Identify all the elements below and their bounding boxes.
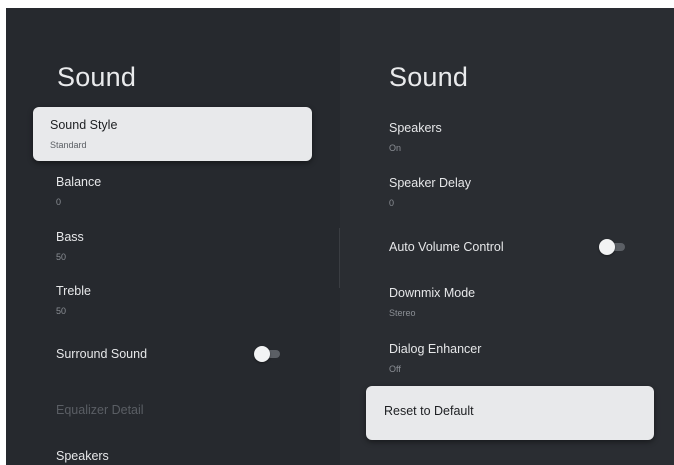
menu-item-speakers[interactable]: Speakers On	[389, 121, 649, 161]
menu-item-value: Standard	[50, 140, 87, 150]
menu-item-value: 0	[389, 198, 395, 208]
menu-item-speaker-delay[interactable]: Speaker Delay 0	[389, 176, 649, 216]
menu-item-label: Reset to Default	[384, 404, 474, 418]
menu-item-value: 0	[56, 197, 62, 207]
menu-item-label: Speaker Delay	[389, 176, 471, 190]
menu-item-label: Speakers	[56, 449, 109, 463]
menu-item-sound-style[interactable]: Sound Style Standard	[33, 107, 312, 161]
sound-settings-panel-left: Sound Sound Style Standard Balance 0 Bas…	[6, 8, 340, 465]
menu-item-label: Auto Volume Control	[389, 240, 504, 254]
menu-item-dialog-enhancer[interactable]: Dialog Enhancer Off	[389, 342, 649, 382]
menu-item-label: Speakers	[389, 121, 442, 135]
menu-item-value: On	[389, 143, 402, 153]
menu-item-speakers[interactable]: Speakers	[56, 449, 316, 465]
menu-item-value: 50	[56, 306, 67, 316]
tv-settings-screen: Sound Sound Style Standard Balance 0 Bas…	[6, 8, 674, 465]
menu-item-equalizer-detail: Equalizer Detail	[56, 403, 316, 425]
menu-item-label: Downmix Mode	[389, 286, 476, 300]
menu-item-balance[interactable]: Balance 0	[56, 175, 316, 215]
panel-title: Sound	[389, 62, 469, 92]
reset-to-default-button[interactable]: Reset to Default	[366, 386, 654, 440]
sound-settings-panel-right: Sound Speakers On Speaker Delay 0 Auto V…	[340, 8, 674, 465]
auto-volume-control-toggle[interactable]	[599, 239, 625, 255]
menu-item-label: Dialog Enhancer	[389, 342, 482, 356]
toggle-knob	[254, 346, 270, 362]
menu-item-label: Bass	[56, 230, 84, 244]
panel-title: Sound	[57, 62, 137, 92]
menu-item-auto-volume-control[interactable]: Auto Volume Control	[389, 240, 589, 262]
menu-item-label: Balance	[56, 175, 102, 189]
menu-item-label: Treble	[56, 284, 91, 298]
menu-item-downmix-mode[interactable]: Downmix Mode Stereo	[389, 286, 649, 326]
surround-sound-toggle[interactable]	[254, 346, 280, 362]
menu-item-label: Sound Style	[50, 118, 118, 132]
menu-item-bass[interactable]: Bass 50	[56, 230, 316, 270]
menu-item-label: Equalizer Detail	[56, 403, 144, 417]
toggle-knob	[599, 239, 615, 255]
menu-item-value: Stereo	[389, 308, 416, 318]
menu-item-value: 50	[56, 252, 67, 262]
menu-item-value: Off	[389, 364, 401, 374]
menu-item-treble[interactable]: Treble 50	[56, 284, 316, 324]
